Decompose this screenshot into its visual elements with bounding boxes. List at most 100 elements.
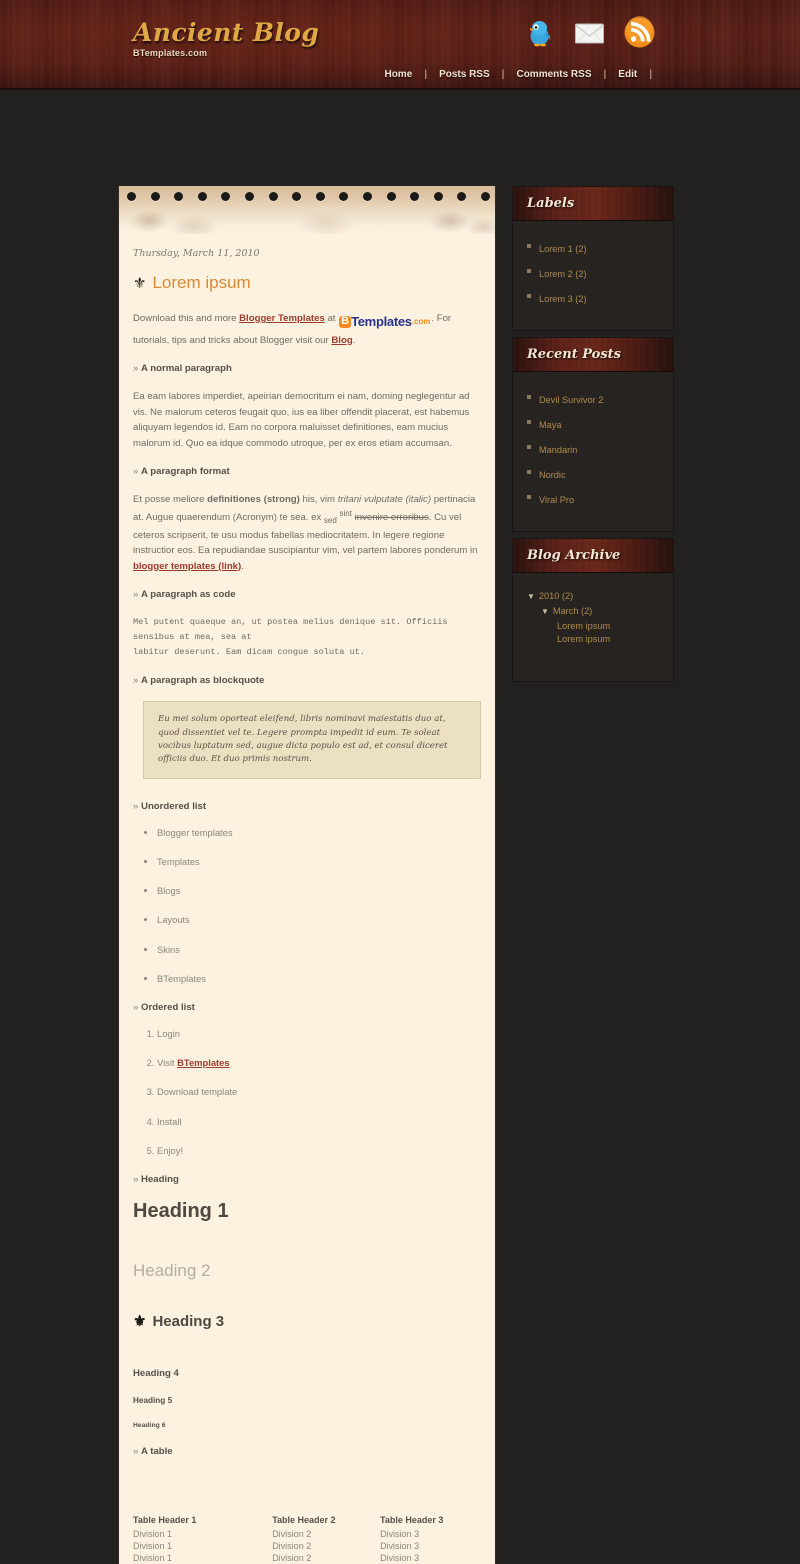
- table-body: Division 1 Division 2 Division 3 Division 1…: [133, 1528, 481, 1564]
- table-cell: Division 1: [133, 1529, 173, 1540]
- label-item: Lorem 2 (2): [525, 264, 661, 282]
- list-item: Layouts: [157, 914, 481, 926]
- table-cell: Division 2: [272, 1529, 312, 1540]
- paper-dot: [315, 192, 325, 201]
- blog-link[interactable]: Blog: [331, 335, 352, 346]
- intro-text-end: .: [352, 334, 356, 346]
- table-cell: Division 3: [380, 1529, 420, 1540]
- archive-month[interactable]: ▼ March (2): [525, 606, 661, 616]
- list-item: Visit BTemplates: [157, 1057, 481, 1069]
- blogger-templates-link[interactable]: Blogger Templates: [239, 313, 325, 324]
- list-item: Download template: [157, 1086, 481, 1098]
- btemplates-logo-com: .com: [411, 316, 431, 326]
- archive-post-link[interactable]: Lorem ipsum: [557, 634, 610, 644]
- btemplates-list-link[interactable]: BTemplates: [177, 1057, 229, 1068]
- table-cell: Division 2: [272, 1541, 312, 1552]
- label-item: Lorem 3 (2): [525, 289, 661, 307]
- subhead-normal-paragraph: A normal paragraph: [133, 363, 481, 374]
- email-icon[interactable]: [573, 16, 606, 49]
- page-title: Ancient Blog: [133, 18, 320, 47]
- archive-year[interactable]: ▼ 2010 (2): [525, 591, 661, 601]
- intro-text-mid: at: [324, 313, 339, 324]
- nav-separator: |: [424, 69, 428, 80]
- label-link[interactable]: Lorem 2: [539, 269, 573, 279]
- archive-month-link[interactable]: March: [553, 606, 579, 616]
- heading-2: Heading 2: [133, 1261, 211, 1281]
- ordered-list: Login Visit BTemplates Download template In…: [133, 1028, 481, 1157]
- table-header-cell: Table Header 3: [380, 1515, 444, 1526]
- demo-table: Table Header 1 Table Header 2 Table Header…: [133, 1515, 481, 1564]
- recent-post-link[interactable]: Nordic: [539, 470, 566, 480]
- subhead-heading: Heading: [133, 1174, 481, 1185]
- subhead-paragraph-code: A paragraph as code: [133, 589, 481, 600]
- label-link[interactable]: Lorem 3: [539, 294, 573, 304]
- main-navigation: Home | Posts RSS | Comments RSS | Edit |: [372, 69, 652, 80]
- table-cell: Division 3: [380, 1541, 420, 1552]
- unordered-list: Blogger templates Templates Blogs Layouts Sk…: [133, 827, 481, 985]
- list-item: Enjoy!: [157, 1145, 481, 1157]
- btemplates-logo[interactable]: B Templates .com: [339, 311, 430, 332]
- rss-icon[interactable]: [623, 16, 656, 49]
- recent-posts-list: Devil Survivor 2 Maya Mandarin Nordic Viral …: [525, 390, 661, 508]
- dot-strip: [119, 186, 495, 208]
- archive-year-link[interactable]: 2010: [539, 591, 559, 601]
- nav-link-edit[interactable]: Edit: [606, 69, 649, 80]
- post-date: Thursday, March 11, 2010: [133, 248, 260, 259]
- recent-post-link[interactable]: Mandarin: [539, 445, 577, 455]
- paper-dot: [174, 192, 184, 201]
- heading-3: ⚜ Heading 3: [133, 1313, 481, 1330]
- label-link[interactable]: Lorem 1: [539, 244, 573, 254]
- list-item: Skins: [157, 944, 481, 956]
- paper-dot: [268, 192, 278, 201]
- paper-dot: [292, 192, 302, 201]
- labels-list: Lorem 1 (2) Lorem 2 (2) Lorem 3 (2): [525, 239, 661, 307]
- list-item: Blogs: [157, 885, 481, 897]
- archive-post-link[interactable]: Lorem ipsum: [557, 621, 610, 631]
- widget-labels-body: Lorem 1 (2) Lorem 2 (2) Lorem 3 (2): [513, 221, 673, 330]
- archive-post[interactable]: Lorem ipsum: [525, 621, 661, 631]
- widget-labels-title: Labels: [527, 196, 575, 211]
- paper-dot: [127, 192, 136, 201]
- table-cell: Division 1: [133, 1553, 173, 1564]
- subhead-paragraph-blockquote: A paragraph as blockquote: [133, 675, 481, 686]
- nav-link-home[interactable]: Home: [372, 69, 424, 80]
- subscript-text: sed: [323, 515, 337, 525]
- archive-post[interactable]: Lorem ipsum: [525, 634, 661, 644]
- format-text-1: Et posse meliore: [133, 494, 208, 506]
- superscript-text: sint: [339, 508, 352, 518]
- code-block: Mel putent quaeque an, ut postea melius …: [133, 617, 448, 658]
- paper-top-decoration: [119, 186, 495, 234]
- list-item: Login: [157, 1028, 481, 1040]
- widget-recent-posts-body: Devil Survivor 2 Maya Mandarin Nordic Viral …: [513, 372, 673, 531]
- format-text-5: .: [241, 560, 244, 572]
- blogger-templates-inline-link[interactable]: blogger templates (link): [133, 561, 241, 572]
- twitter-icon[interactable]: [523, 16, 556, 49]
- paper-dot: [221, 192, 231, 201]
- recent-post-link[interactable]: Maya: [539, 420, 561, 430]
- nav-link-posts-rss[interactable]: Posts RSS: [427, 69, 502, 80]
- recent-post-item: Mandarin: [525, 440, 661, 458]
- list-item: BTemplates: [157, 973, 481, 985]
- heading-3-text: Heading 3: [152, 1313, 225, 1331]
- widget-blog-archive: Blog Archive ▼ 2010 (2) ▼ March (2) Lorem ip…: [512, 538, 674, 682]
- recent-post-link[interactable]: Viral Pro: [539, 495, 574, 505]
- subhead-paragraph-format: A paragraph format: [133, 466, 481, 477]
- nav-link-comments-rss[interactable]: Comments RSS: [504, 69, 603, 80]
- site-header: Ancient Blog BTemplates.com Home | Posts…: [0, 0, 800, 90]
- paper-dot: [386, 192, 396, 201]
- list-item: Install: [157, 1116, 481, 1128]
- subhead-table: A table: [133, 1446, 481, 1457]
- heading-1: Heading 1: [133, 1200, 229, 1223]
- chevron-down-icon[interactable]: ▼: [527, 592, 535, 601]
- label-count: (2): [572, 294, 587, 304]
- post-title: ⚜ Lorem ipsum: [133, 273, 481, 293]
- recent-post-link[interactable]: Devil Survivor 2: [539, 395, 603, 405]
- label-item: Lorem 1 (2): [525, 239, 661, 257]
- chevron-down-icon[interactable]: ▼: [541, 607, 549, 616]
- italic-text: tritani vulputate (italic): [337, 494, 432, 506]
- normal-paragraph-text: Ea eam labores imperdiet, apeirian democ…: [133, 391, 470, 449]
- heading-6: Heading 6: [133, 1422, 166, 1430]
- table-header-cell: Table Header 1: [133, 1515, 197, 1526]
- subhead-unordered-list: Unordered list: [133, 801, 481, 812]
- heading-5: Heading 5: [133, 1396, 173, 1406]
